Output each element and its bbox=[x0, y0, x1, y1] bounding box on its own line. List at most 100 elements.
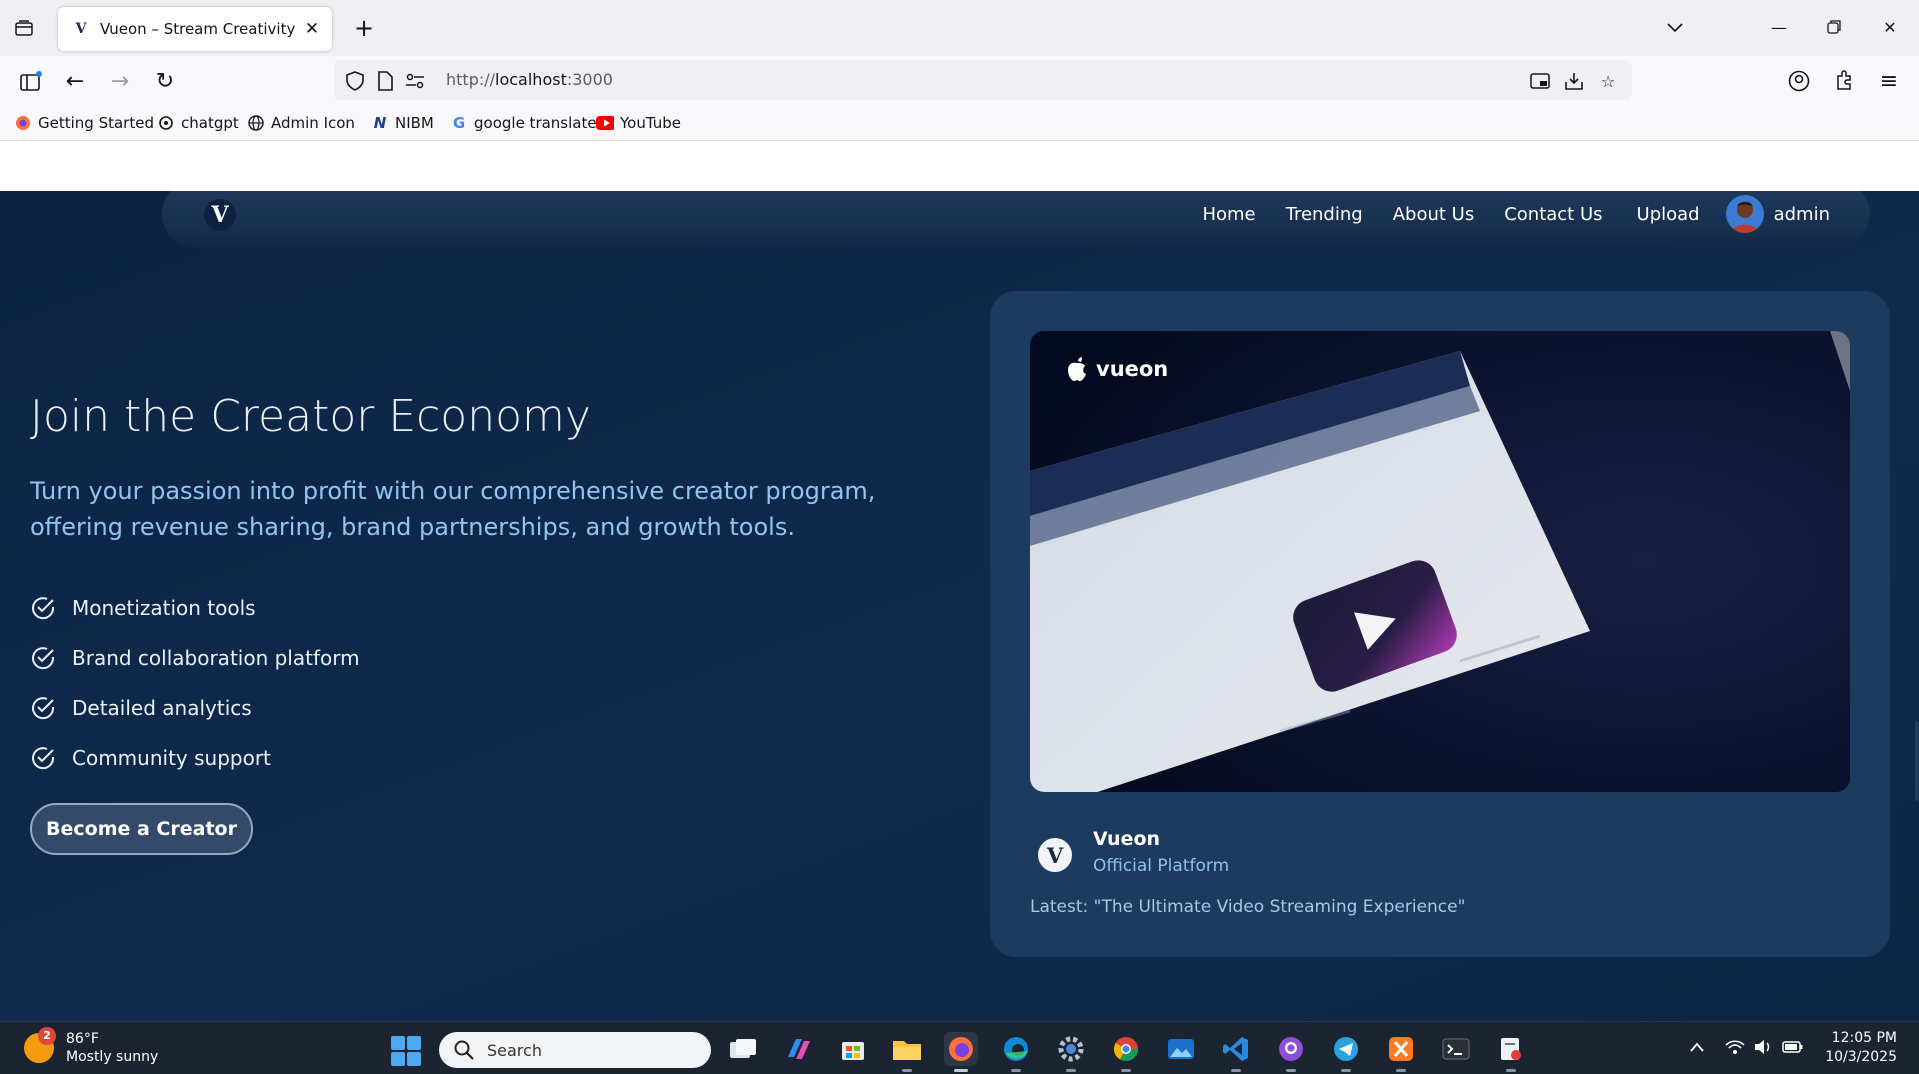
navigation-toolbar: ← → ↻ http://localhost:3000 ☆ ≡ bbox=[0, 56, 1919, 105]
url-text[interactable]: http://localhost:3000 bbox=[446, 70, 613, 89]
xampp-icon[interactable] bbox=[1384, 1032, 1418, 1072]
bookmark-label: Admin Icon bbox=[271, 114, 355, 132]
video-brand-text: vueon bbox=[1096, 357, 1169, 381]
latest-video-text[interactable]: Latest: "The Ultimate Video Streaming Ex… bbox=[1030, 897, 1465, 917]
featured-video-card: vueon V Vueon Official Platform Latest: … bbox=[990, 291, 1890, 957]
show-hidden-icons-icon[interactable] bbox=[1686, 1036, 1708, 1058]
channel-name: Vueon bbox=[1093, 828, 1161, 850]
vueon-favicon-icon: V bbox=[75, 21, 87, 37]
vueon-page: V Home Trending About Us Contact Us Uplo… bbox=[0, 191, 1919, 1021]
bookmarks-toolbar: Getting Started chatgpt Admin Icon N NIB… bbox=[0, 105, 1919, 141]
close-window-icon[interactable]: ✕ bbox=[1873, 12, 1907, 42]
file-explorer-icon[interactable] bbox=[890, 1032, 924, 1072]
scrollbar-thumb[interactable] bbox=[1915, 721, 1919, 801]
menu-icon[interactable]: ≡ bbox=[1874, 66, 1904, 96]
snipping-tool-icon[interactable] bbox=[1494, 1032, 1528, 1072]
list-item: Monetization tools bbox=[30, 583, 360, 633]
edge-icon[interactable] bbox=[999, 1032, 1033, 1072]
vscode-icon[interactable] bbox=[1219, 1032, 1253, 1072]
sidebar-icon[interactable] bbox=[16, 66, 46, 96]
list-item: Community support bbox=[30, 733, 360, 783]
volume-icon[interactable] bbox=[1752, 1036, 1774, 1058]
bookmark-getting-started[interactable]: Getting Started bbox=[14, 113, 154, 133]
system-clock[interactable]: 12:05 PM 10/3/2025 bbox=[1825, 1029, 1897, 1067]
telegram-icon[interactable] bbox=[1329, 1032, 1363, 1072]
save-to-pocket-icon[interactable] bbox=[1563, 70, 1585, 92]
nav-upload[interactable]: Upload bbox=[1637, 204, 1700, 225]
account-icon[interactable] bbox=[1784, 66, 1814, 96]
bookmark-chatgpt[interactable]: chatgpt bbox=[157, 113, 239, 133]
tab-list-icon[interactable] bbox=[12, 16, 36, 40]
bookmark-label: chatgpt bbox=[181, 114, 239, 132]
bookmark-label: NIBM bbox=[395, 114, 434, 132]
chevron-down-icon[interactable] bbox=[1661, 14, 1689, 42]
nav-trending[interactable]: Trending bbox=[1286, 204, 1363, 225]
task-view-icon[interactable] bbox=[726, 1032, 760, 1066]
shield-icon[interactable] bbox=[344, 70, 366, 92]
minimize-icon[interactable]: — bbox=[1762, 12, 1796, 42]
settings-gear-icon[interactable] bbox=[1054, 1032, 1088, 1072]
terminal-icon[interactable] bbox=[1439, 1032, 1473, 1066]
creator-hero: Join the Creator Economy Turn your passi… bbox=[30, 191, 930, 1021]
become-creator-button[interactable]: Become a Creator bbox=[30, 803, 253, 855]
globe-icon bbox=[247, 114, 265, 132]
bookmark-admin-icon[interactable]: Admin Icon bbox=[247, 113, 355, 133]
apple-icon bbox=[1068, 357, 1086, 381]
github-desktop-icon[interactable] bbox=[1274, 1032, 1308, 1072]
firefox-taskbar-icon[interactable] bbox=[944, 1032, 978, 1072]
new-tab-button[interactable]: + bbox=[350, 14, 378, 42]
chrome-icon[interactable] bbox=[1109, 1032, 1143, 1072]
photos-icon[interactable] bbox=[1164, 1032, 1198, 1066]
extensions-icon[interactable] bbox=[1829, 66, 1859, 96]
site-nav: Home Trending About Us Contact Us Upload… bbox=[1172, 191, 1830, 247]
copilot-icon[interactable] bbox=[781, 1032, 815, 1066]
channel-logo: V bbox=[1038, 838, 1072, 872]
page-top-strip bbox=[0, 141, 1919, 191]
back-icon[interactable]: ← bbox=[60, 66, 90, 96]
video-brand: vueon bbox=[1066, 357, 1168, 381]
url-bar[interactable]: http://localhost:3000 ☆ bbox=[334, 60, 1632, 100]
nibm-icon: N bbox=[373, 114, 387, 132]
list-item: Brand collaboration platform bbox=[30, 633, 360, 683]
hero-subtitle: Turn your passion into profit with our c… bbox=[30, 477, 876, 541]
notification-badge: 2 bbox=[38, 1027, 56, 1045]
page-icon[interactable] bbox=[374, 70, 396, 92]
restore-icon[interactable] bbox=[1817, 12, 1851, 42]
feature-label: Community support bbox=[72, 746, 271, 770]
user-menu[interactable]: admin bbox=[1725, 195, 1830, 233]
video-thumbnail[interactable]: vueon bbox=[1030, 331, 1850, 792]
feature-label: Monetization tools bbox=[72, 596, 256, 620]
reload-icon[interactable]: ↻ bbox=[150, 66, 180, 96]
bookmark-star-icon[interactable]: ☆ bbox=[1597, 70, 1619, 92]
battery-icon[interactable] bbox=[1782, 1036, 1804, 1058]
nav-contact-us[interactable]: Contact Us bbox=[1504, 204, 1602, 225]
permissions-icon[interactable] bbox=[404, 70, 426, 92]
picture-in-picture-icon[interactable] bbox=[1529, 70, 1551, 92]
forward-icon[interactable]: → bbox=[105, 66, 135, 96]
list-item: Detailed analytics bbox=[30, 683, 360, 733]
feature-label: Detailed analytics bbox=[72, 696, 252, 720]
close-tab-icon[interactable]: ✕ bbox=[302, 19, 322, 39]
wifi-icon[interactable] bbox=[1724, 1036, 1746, 1058]
weather-text: 86°F Mostly sunny bbox=[66, 1030, 158, 1066]
google-icon: G bbox=[452, 114, 466, 132]
clock-time: 12:05 PM bbox=[1831, 1030, 1897, 1046]
bookmark-youtube[interactable]: YouTube bbox=[596, 113, 681, 133]
tab-vueon[interactable]: V Vueon – Stream Creativity ✕ bbox=[58, 7, 332, 51]
windows-start-icon[interactable] bbox=[391, 1036, 421, 1066]
channel-info[interactable]: V Vueon Official Platform bbox=[1030, 828, 1850, 888]
avatar bbox=[1725, 195, 1764, 233]
microsoft-store-icon[interactable] bbox=[836, 1032, 870, 1066]
weather-widget[interactable]: 2 86°F Mostly sunny bbox=[24, 1027, 158, 1066]
bookmark-label: google translate bbox=[474, 114, 597, 132]
nav-about-us[interactable]: About Us bbox=[1393, 204, 1475, 225]
youtube-icon bbox=[596, 114, 614, 132]
weather-desc: Mostly sunny bbox=[66, 1049, 159, 1065]
nav-home[interactable]: Home bbox=[1202, 204, 1255, 225]
bookmark-nibm[interactable]: N NIBM bbox=[371, 113, 434, 133]
tab-strip: V Vueon – Stream Creativity ✕ + — ✕ bbox=[0, 0, 1919, 56]
feature-list: Monetization tools Brand collaboration p… bbox=[30, 583, 360, 783]
taskbar-search[interactable]: Search bbox=[439, 1032, 711, 1068]
bookmark-google-translate[interactable]: G google translate bbox=[450, 113, 597, 133]
browser-chrome: V Vueon – Stream Creativity ✕ + — ✕ ← → … bbox=[0, 0, 1919, 141]
